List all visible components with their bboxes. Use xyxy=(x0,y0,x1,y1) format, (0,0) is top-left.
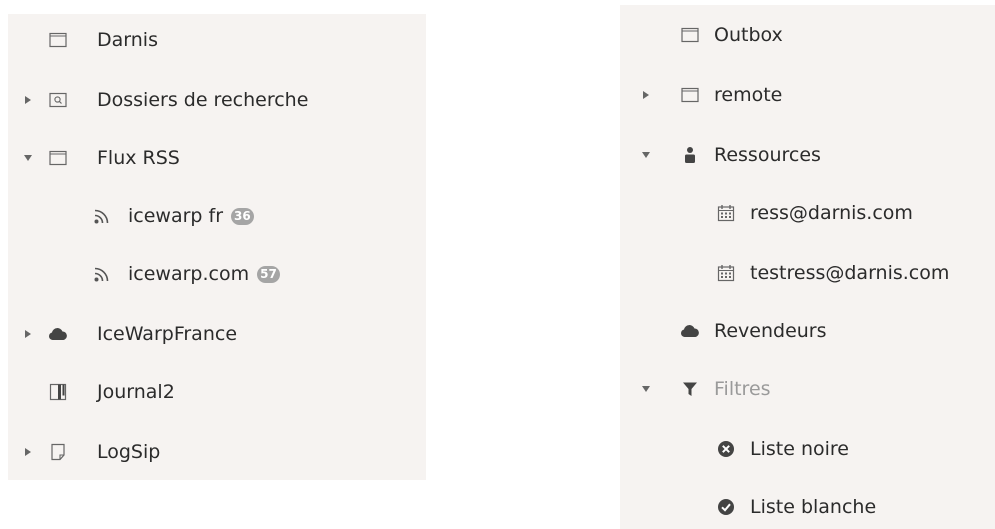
tree-item-label: testress@darnis.com xyxy=(750,262,950,284)
tree-item-label: Filtres xyxy=(714,378,771,400)
tree-item-outbox[interactable]: Outbox xyxy=(620,15,995,55)
tree-item-logsip[interactable]: LogSip xyxy=(8,432,426,472)
folder-icon xyxy=(48,148,68,168)
folder-icon xyxy=(48,30,68,50)
caret-down-icon[interactable] xyxy=(640,383,652,395)
tree-item-label: ress@darnis.com xyxy=(750,202,913,224)
tree-item-flux-rss[interactable]: Flux RSS xyxy=(8,138,426,178)
tree-item-label: IceWarpFrance xyxy=(97,323,238,345)
tree-item-dossiers-de-recherche[interactable]: Dossiers de recherche xyxy=(8,80,426,120)
rss-icon xyxy=(92,264,112,284)
tree-item-label: icewarp fr xyxy=(128,205,224,227)
tree-item-liste-blanche[interactable]: Liste blanche xyxy=(620,487,995,527)
whitelist-icon xyxy=(716,497,736,517)
caret-right-icon[interactable] xyxy=(22,446,34,458)
journal-icon xyxy=(48,382,68,402)
right-folder-tree: Outbox remote Ressources ress@darnis.com… xyxy=(620,5,995,529)
caret-right-icon[interactable] xyxy=(22,94,34,106)
tree-item-journal2[interactable]: Journal2 xyxy=(8,372,426,412)
caret-right-icon[interactable] xyxy=(22,328,34,340)
tree-item-revendeurs[interactable]: Revendeurs xyxy=(620,311,995,351)
tree-item-label: Darnis xyxy=(97,29,158,51)
caret-down-icon[interactable] xyxy=(640,149,652,161)
person-icon xyxy=(680,145,700,165)
rss-icon xyxy=(92,206,112,226)
tree-item-label: Journal2 xyxy=(97,381,175,403)
unread-count-badge: 36 xyxy=(231,208,254,225)
cloud-icon xyxy=(680,321,700,341)
search-folder-icon xyxy=(48,90,68,110)
tree-item-liste-noire[interactable]: Liste noire xyxy=(620,429,995,469)
tree-item-label: Ressources xyxy=(714,144,821,166)
left-folder-tree: Darnis Dossiers de recherche Flux RSS ic… xyxy=(8,14,426,480)
unread-count-badge: 57 xyxy=(257,266,280,283)
caret-right-icon[interactable] xyxy=(640,89,652,101)
tree-item-icewarp-fr[interactable]: icewarp fr 36 xyxy=(8,196,426,236)
folder-icon xyxy=(680,85,700,105)
cloud-icon xyxy=(48,324,68,344)
calendar-icon xyxy=(716,263,736,283)
tree-item-label: Dossiers de recherche xyxy=(97,89,309,111)
tree-item-icewarpfrance[interactable]: IceWarpFrance xyxy=(8,314,426,354)
tree-item-label: Liste blanche xyxy=(750,496,877,518)
tree-item-label: icewarp.com xyxy=(128,263,250,285)
folder-icon xyxy=(680,25,700,45)
tree-item-label: remote xyxy=(714,84,783,106)
caret-down-icon[interactable] xyxy=(22,152,34,164)
note-icon xyxy=(48,442,68,462)
tree-item-ressources[interactable]: Ressources xyxy=(620,135,995,175)
tree-item-label: Liste noire xyxy=(750,438,849,460)
blacklist-icon xyxy=(716,439,736,459)
tree-item-testress-darnis-com[interactable]: testress@darnis.com xyxy=(620,253,995,293)
filter-icon xyxy=(680,379,700,399)
calendar-icon xyxy=(716,203,736,223)
tree-item-label: LogSip xyxy=(97,441,161,463)
tree-item-label: Revendeurs xyxy=(714,320,827,342)
tree-item-ress-darnis-com[interactable]: ress@darnis.com xyxy=(620,193,995,233)
tree-item-icewarp-com[interactable]: icewarp.com 57 xyxy=(8,254,426,294)
tree-item-filtres[interactable]: Filtres xyxy=(620,369,995,409)
tree-item-darnis[interactable]: Darnis xyxy=(8,20,426,60)
tree-item-remote[interactable]: remote xyxy=(620,75,995,115)
tree-item-label: Outbox xyxy=(714,24,783,46)
tree-item-label: Flux RSS xyxy=(97,147,180,169)
